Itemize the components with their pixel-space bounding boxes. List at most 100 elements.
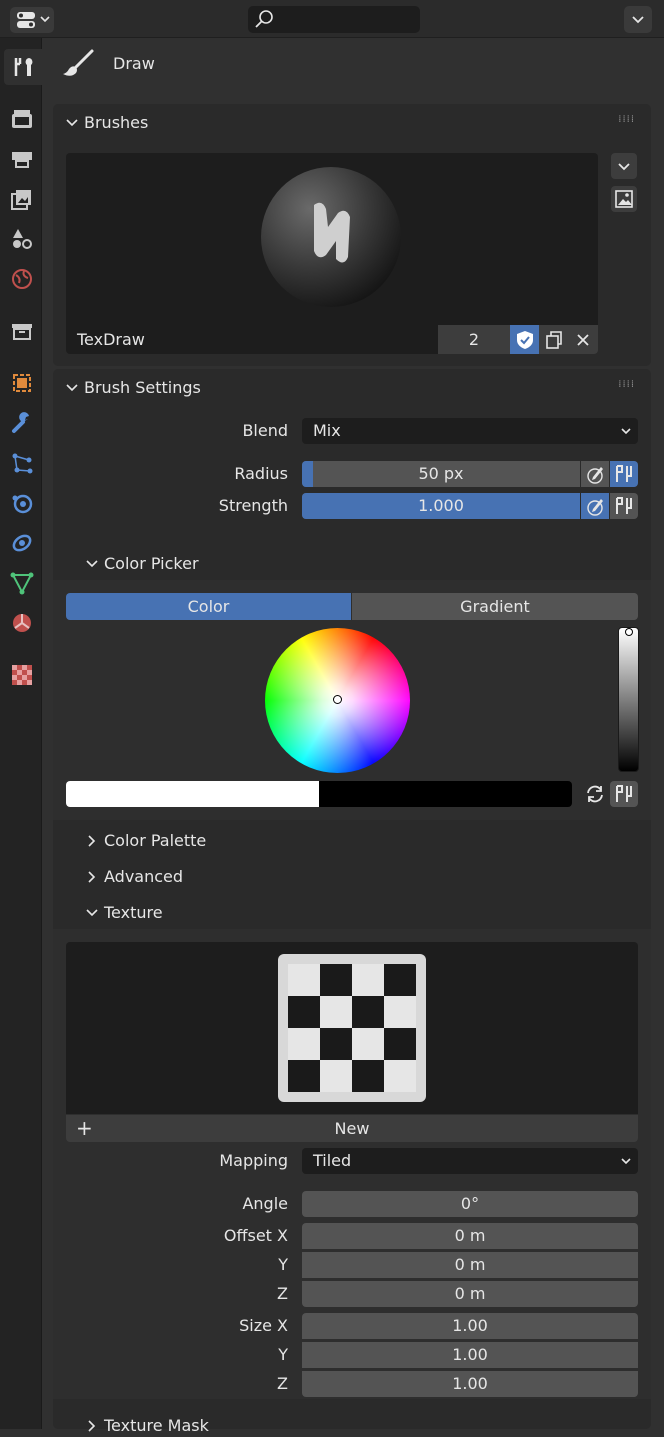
- advanced-title: Advanced: [104, 867, 184, 886]
- secondary-color-swatch[interactable]: [319, 781, 572, 807]
- size-x-field[interactable]: 1.00: [302, 1313, 638, 1339]
- brush-menu-button[interactable]: [611, 153, 637, 179]
- texture-thumbnail: [278, 954, 426, 1102]
- fake-user-button[interactable]: [510, 325, 539, 354]
- unlink-brush-button[interactable]: [568, 325, 598, 354]
- drag-handle-icon[interactable]: ⁞⁞⁞⁞: [618, 114, 635, 125]
- chevron-down-icon: [86, 909, 98, 917]
- brushes-panel-header[interactable]: Brushes ⁞⁞⁞⁞: [65, 112, 635, 134]
- tab-collection[interactable]: [4, 313, 40, 349]
- search-input[interactable]: [248, 6, 420, 33]
- brush-settings-header[interactable]: Brush Settings ⁞⁞⁞⁞: [65, 377, 635, 399]
- tab-constraints[interactable]: [4, 525, 40, 561]
- color-palette-header[interactable]: Color Palette: [85, 830, 625, 852]
- tab-color[interactable]: Color: [66, 593, 351, 620]
- tab-modifier[interactable]: [4, 405, 40, 441]
- chevron-right-icon: [88, 1420, 96, 1432]
- value-slider[interactable]: [618, 627, 639, 772]
- brush-preview[interactable]: [66, 153, 598, 325]
- blend-dropdown[interactable]: Mix: [302, 418, 638, 444]
- brush-thumbnail: [261, 167, 401, 307]
- physics-icon: [12, 494, 33, 514]
- tab-output[interactable]: [4, 141, 40, 177]
- image-icon: [615, 190, 633, 208]
- duplicate-brush-button[interactable]: [539, 325, 568, 354]
- output-icon: [12, 152, 32, 168]
- tab-object[interactable]: [4, 365, 40, 401]
- tab-material[interactable]: [4, 605, 40, 641]
- offset-x-label: Offset X: [223, 1226, 288, 1245]
- pen-pressure-icon: [587, 499, 603, 516]
- color-wheel[interactable]: [265, 628, 410, 773]
- tab-view-layer[interactable]: [4, 181, 40, 217]
- radius-unit-button[interactable]: [610, 461, 638, 487]
- angle-label: Angle: [242, 1194, 288, 1213]
- tab-world[interactable]: [4, 261, 40, 297]
- texture-mask-header[interactable]: Texture Mask: [85, 1415, 625, 1437]
- chevron-right-icon: [88, 835, 96, 847]
- editor-type-button[interactable]: [10, 7, 54, 33]
- constraints-icon: [12, 534, 32, 552]
- swap-colors-button[interactable]: [581, 781, 609, 807]
- material-icon: [13, 614, 31, 632]
- brush-name-field[interactable]: TexDraw: [66, 325, 438, 354]
- properties-tabs: [0, 38, 42, 1429]
- chevron-down-icon: [86, 560, 98, 568]
- collection-icon: [12, 324, 32, 340]
- color-unit-button[interactable]: [610, 781, 638, 807]
- color-wheel-cursor[interactable]: [333, 695, 342, 704]
- strength-slider[interactable]: 1.000: [302, 493, 580, 519]
- tab-gradient[interactable]: Gradient: [352, 593, 638, 620]
- brush-users-count[interactable]: 2: [438, 325, 510, 354]
- strength-value: 1.000: [418, 496, 464, 515]
- tab-physics[interactable]: [4, 485, 40, 521]
- texture-header[interactable]: Texture: [85, 902, 625, 924]
- tab-particles[interactable]: [4, 445, 40, 481]
- tab-data[interactable]: [4, 565, 40, 601]
- new-texture-button[interactable]: + New: [66, 1115, 638, 1142]
- new-texture-label: New: [334, 1119, 370, 1138]
- tab-texture[interactable]: [4, 657, 40, 693]
- top-bar: [0, 0, 664, 38]
- tab-render[interactable]: [4, 101, 40, 137]
- size-z-field[interactable]: 1.00: [302, 1371, 638, 1397]
- brushes-panel: Brushes ⁞⁞⁞⁞ TexDraw 2: [53, 104, 651, 366]
- tab-scene[interactable]: [4, 221, 40, 257]
- mapping-dropdown[interactable]: Tiled: [302, 1148, 638, 1174]
- tab-gradient-label: Gradient: [460, 597, 530, 616]
- advanced-header[interactable]: Advanced: [85, 866, 625, 888]
- scene-unit-icon: [616, 785, 632, 802]
- angle-field[interactable]: 0°: [302, 1191, 638, 1217]
- size-z-label: Z: [277, 1374, 288, 1393]
- texture-mask-title: Texture Mask: [104, 1416, 209, 1435]
- brush-settings-title: Brush Settings: [84, 378, 201, 397]
- strength-label: Strength: [218, 496, 288, 515]
- options-dropdown-button[interactable]: [624, 6, 652, 33]
- object-icon: [13, 374, 31, 392]
- chevron-down-icon: [632, 16, 644, 24]
- search-icon: [255, 10, 273, 28]
- strength-unit-button[interactable]: [610, 493, 638, 519]
- tab-tool[interactable]: [4, 49, 42, 85]
- brushes-title: Brushes: [84, 113, 149, 132]
- tool-name: Draw: [113, 54, 155, 73]
- strength-pressure-button[interactable]: [581, 493, 609, 519]
- blend-label: Blend: [242, 421, 288, 440]
- color-picker-header[interactable]: Color Picker: [85, 553, 625, 575]
- pen-pressure-icon: [587, 467, 603, 484]
- scene-unit-icon: [616, 465, 632, 482]
- texture-preview[interactable]: [66, 942, 638, 1114]
- drag-handle-icon[interactable]: ⁞⁞⁞⁞: [618, 379, 635, 390]
- brush-image-button[interactable]: [611, 186, 637, 212]
- modifier-icon: [12, 412, 29, 433]
- size-y-field[interactable]: 1.00: [302, 1342, 638, 1368]
- mapping-label: Mapping: [219, 1151, 288, 1170]
- offset-x-field[interactable]: 0 m: [302, 1223, 638, 1249]
- offset-z-field[interactable]: 0 m: [302, 1281, 638, 1307]
- radius-slider[interactable]: 50 px: [302, 461, 580, 487]
- value-slider-cursor[interactable]: [625, 628, 633, 636]
- radius-pressure-button[interactable]: [581, 461, 609, 487]
- tool-icon: [14, 58, 33, 76]
- offset-y-field[interactable]: 0 m: [302, 1252, 638, 1278]
- primary-color-swatch[interactable]: [66, 781, 319, 807]
